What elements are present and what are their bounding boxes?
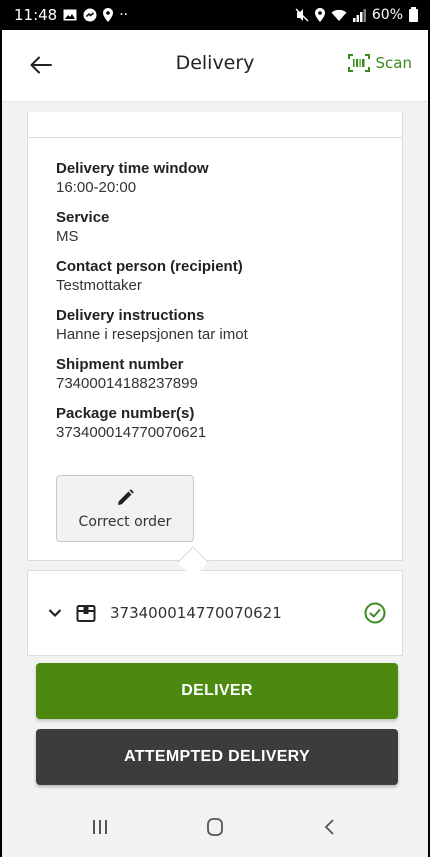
- scan-label: Scan: [375, 54, 412, 72]
- detail-value: Testmottaker: [56, 277, 142, 294]
- package-info: 373400014770070621: [48, 603, 364, 623]
- app-bar: Delivery Scan: [2, 30, 428, 102]
- detail-field-instructions: Delivery instructions Hanne i resepsjone…: [56, 307, 402, 344]
- delivery-details-card: Delivery time window 16:00-20:00 Service…: [27, 137, 403, 561]
- status-time: 11:48: [14, 6, 58, 24]
- detail-field-service: Service MS: [56, 209, 402, 246]
- correct-order-label: Correct order: [78, 513, 172, 530]
- package-icon: [76, 605, 96, 622]
- back-nav-icon: [325, 819, 334, 835]
- detail-value: Hanne i resepsjonen tar imot: [56, 326, 248, 343]
- messenger-icon: [83, 8, 97, 22]
- detail-label: Service: [56, 209, 110, 226]
- delivery-content: Delivery time window 16:00-20:00 Service…: [2, 102, 428, 797]
- detail-field-shipment-number: Shipment number 73400014188237899: [56, 356, 402, 393]
- recent-apps-icon: [92, 820, 107, 834]
- status-bar-left: 11:48 ··: [14, 6, 128, 24]
- battery-icon: [409, 6, 418, 22]
- home-button[interactable]: [190, 807, 240, 847]
- attempted-delivery-button[interactable]: ATTEMPTED DELIVERY: [36, 729, 398, 785]
- status-bar: 11:48 ·· 60%: [2, 0, 428, 30]
- status-bar-right: 60%: [295, 6, 418, 23]
- chevron-down-icon[interactable]: [48, 608, 62, 618]
- barcode-scan-icon: [347, 54, 370, 72]
- check-circle-icon: [364, 602, 386, 624]
- system-nav-bar: [2, 797, 428, 857]
- detail-value: 373400014770070621: [56, 424, 207, 441]
- package-number: 373400014770070621: [110, 604, 282, 622]
- status-more-indicator: ··: [119, 7, 129, 23]
- signal-icon: [352, 8, 366, 22]
- phone-screen: 11:48 ·· 60% Delivery Scan Delivery time…: [0, 0, 430, 857]
- detail-label: Delivery time window: [56, 160, 209, 177]
- battery-level: 60%: [371, 7, 403, 23]
- deliver-button[interactable]: DELIVER: [36, 663, 398, 719]
- detail-value: 73400014188237899: [56, 375, 198, 392]
- detail-label: Package number(s): [56, 405, 195, 422]
- gallery-icon: [63, 9, 77, 21]
- location-icon: [314, 8, 325, 22]
- detail-label: Shipment number: [56, 356, 184, 373]
- detail-value: MS: [56, 228, 79, 245]
- package-status: [364, 602, 386, 624]
- detail-field-time-window: Delivery time window 16:00-20:00: [56, 160, 402, 197]
- detail-field-package-numbers: Package number(s) 373400014770070621: [56, 405, 402, 442]
- detail-field-contact-person: Contact person (recipient) Testmottaker: [56, 258, 402, 295]
- previous-card-edge: [27, 112, 403, 138]
- detail-value: 16:00-20:00: [56, 179, 137, 196]
- wifi-icon: [331, 9, 347, 22]
- package-row[interactable]: 373400014770070621: [27, 570, 403, 656]
- back-nav-button[interactable]: [305, 807, 355, 847]
- pencil-icon: [118, 488, 134, 505]
- detail-label: Delivery instructions: [56, 307, 205, 324]
- detail-label: Contact person (recipient): [56, 258, 243, 275]
- location-icon: [103, 8, 114, 22]
- recent-apps-button[interactable]: [75, 807, 125, 847]
- home-icon: [207, 818, 223, 836]
- correct-order-button[interactable]: Correct order: [56, 475, 194, 542]
- mute-icon: [295, 8, 309, 22]
- scan-button[interactable]: Scan: [347, 54, 412, 72]
